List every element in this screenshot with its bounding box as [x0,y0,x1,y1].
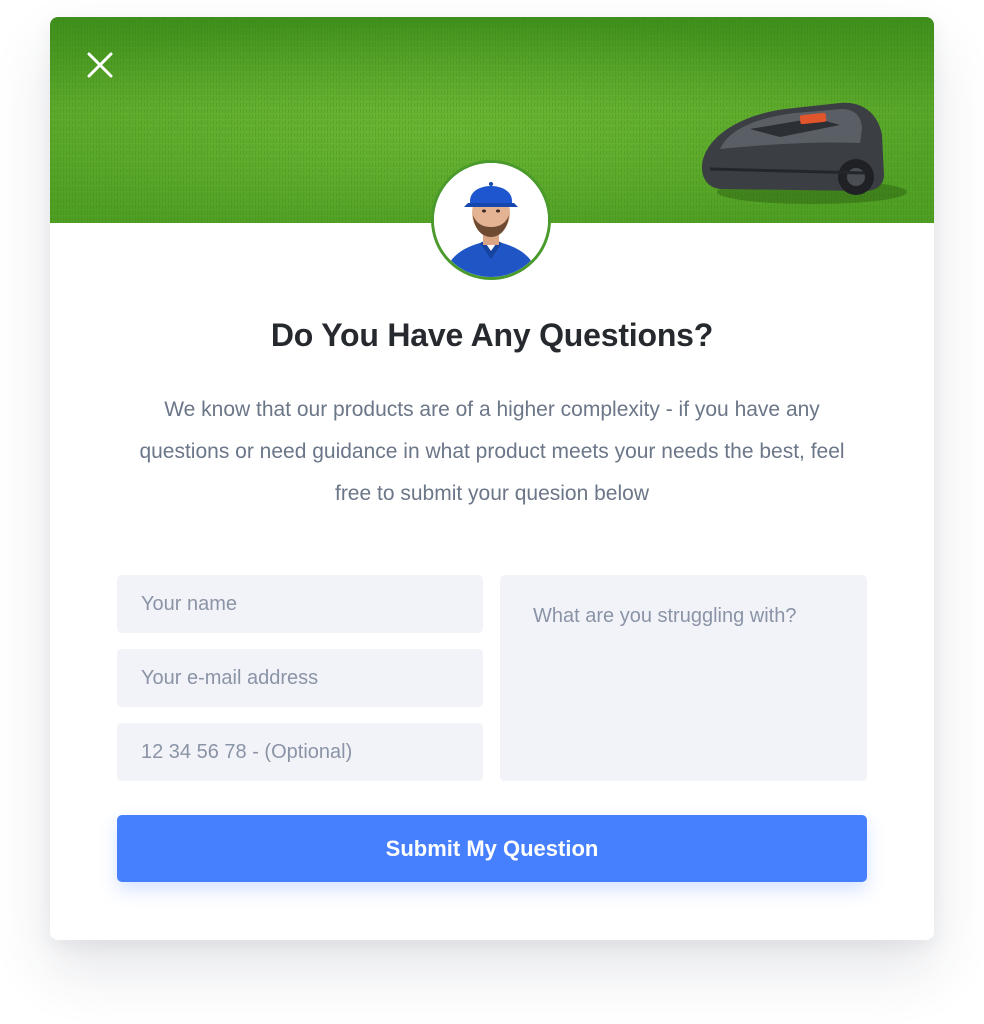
dialog-title: Do You Have Any Questions? [270,317,714,353]
submit-button[interactable]: Submit My Question [117,815,867,882]
email-input[interactable] [117,649,483,707]
close-button[interactable] [84,49,116,81]
name-input[interactable] [117,575,483,633]
question-textarea[interactable] [500,575,867,781]
dialog-description: We know that our products are of a highe… [139,398,845,505]
phone-input[interactable] [117,723,483,781]
question-dialog: Do You Have Any Questions? We know that … [50,17,934,940]
close-icon [87,52,113,78]
avatar [431,160,551,280]
